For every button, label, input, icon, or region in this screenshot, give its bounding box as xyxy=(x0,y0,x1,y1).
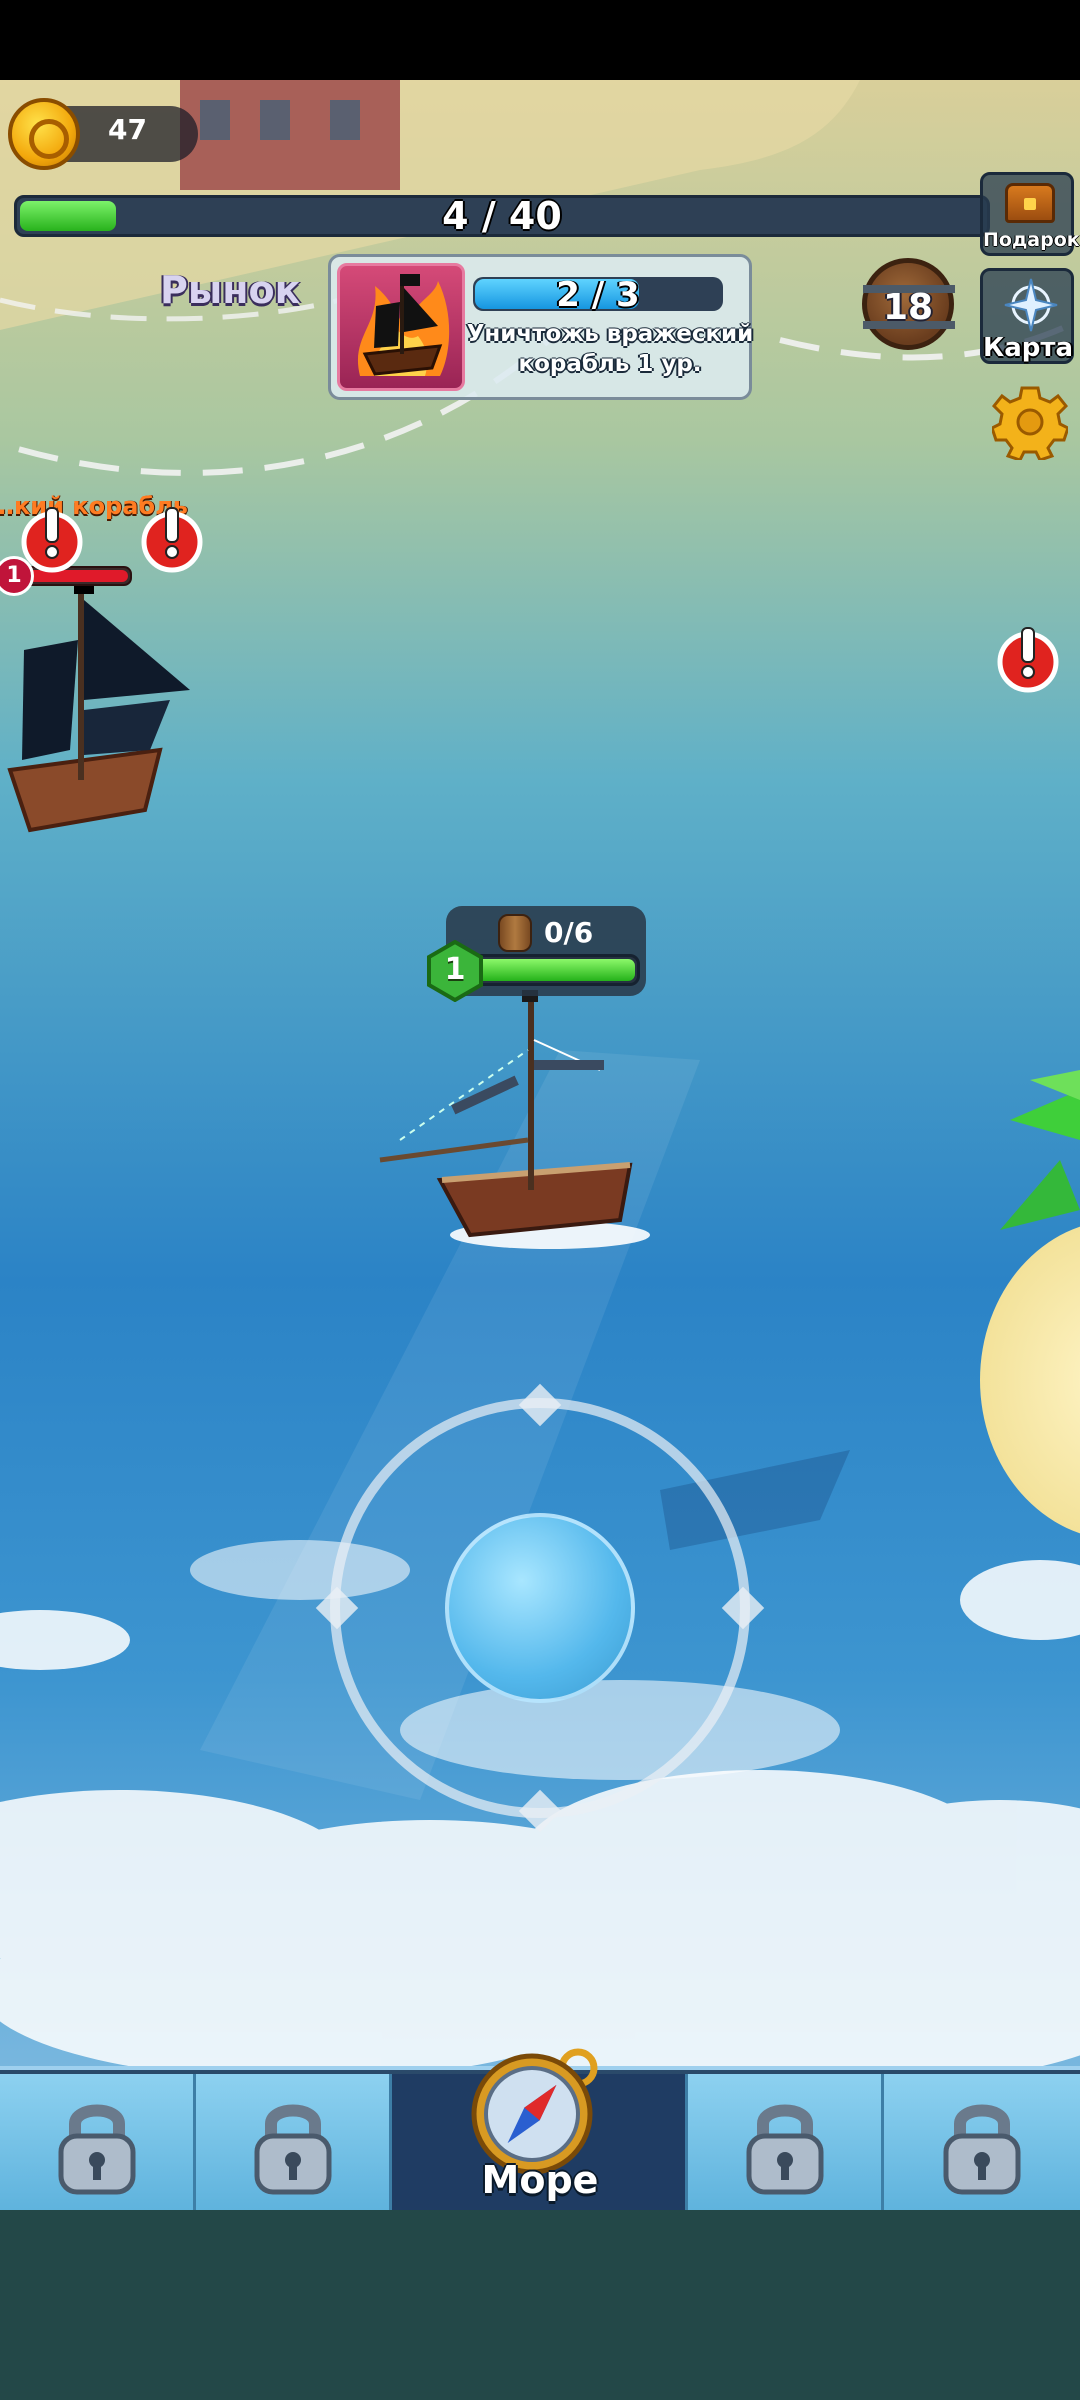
player-level-value: 1 xyxy=(444,952,466,987)
gift-button[interactable]: Подарок xyxy=(980,172,1080,256)
barrel-count-value: 18 xyxy=(882,287,934,328)
nav-tab-locked-3[interactable] xyxy=(688,2074,884,2210)
barrel-icon xyxy=(498,914,532,952)
nav-tab-sea-label: Море xyxy=(481,2158,599,2202)
movement-joystick[interactable] xyxy=(315,1383,765,1833)
coin-count: 47 xyxy=(108,113,147,146)
map-label: Карта xyxy=(983,333,1074,363)
burning-ship-icon xyxy=(357,274,450,376)
level-progress-text: 4 / 40 xyxy=(442,194,562,238)
quest-icon-box xyxy=(337,263,465,391)
game-scene: …кий корабль 1 47 4 / 40 Подарок Рынок 2… xyxy=(0,0,1080,2400)
lock-icon xyxy=(746,2104,823,2195)
quest-description: Уничтожь вражеский корабль 1 ур. xyxy=(466,321,754,377)
quest-progress-bar: 2 / 3 xyxy=(473,275,723,315)
player-level-badge: 1 xyxy=(424,940,486,1002)
status-bar xyxy=(0,0,1080,80)
enemy-alert-icon xyxy=(21,507,83,573)
barrel-counter: 18 xyxy=(862,258,955,350)
nav-tab-locked-2[interactable] xyxy=(196,2074,392,2210)
offscreen-enemy-alert-icon xyxy=(997,627,1059,693)
lock-icon xyxy=(58,2104,135,2195)
treasure-chest-icon xyxy=(1005,183,1055,223)
enemy-alert-icon xyxy=(141,507,203,573)
coin-counter: 47 xyxy=(8,98,198,170)
joystick-knob[interactable] xyxy=(445,1513,635,1703)
enemy-ship[interactable] xyxy=(0,580,210,860)
quest-panel[interactable]: 2 / 3 Уничтожь вражеский корабль 1 ур. xyxy=(328,254,754,400)
level-progress-bar: 4 / 40 xyxy=(14,194,990,238)
lock-icon xyxy=(943,2104,1021,2195)
gear-icon[interactable] xyxy=(992,384,1068,460)
lock-icon xyxy=(254,2104,331,2195)
nav-tab-locked-1[interactable] xyxy=(0,2074,196,2210)
nav-tab-locked-4[interactable] xyxy=(884,2074,1080,2210)
quest-progress-text: 2 / 3 xyxy=(556,275,640,315)
cargo-count: 0/6 xyxy=(544,916,594,949)
map-button[interactable]: Карта xyxy=(980,268,1074,364)
coin-icon xyxy=(8,98,80,170)
player-health-bar xyxy=(470,954,640,986)
market-label: Рынок xyxy=(160,268,301,312)
player-ship[interactable] xyxy=(370,990,650,1260)
gift-label: Подарок xyxy=(983,229,1080,251)
bottom-background xyxy=(0,2210,1080,2400)
compass-star-icon xyxy=(1004,278,1058,332)
